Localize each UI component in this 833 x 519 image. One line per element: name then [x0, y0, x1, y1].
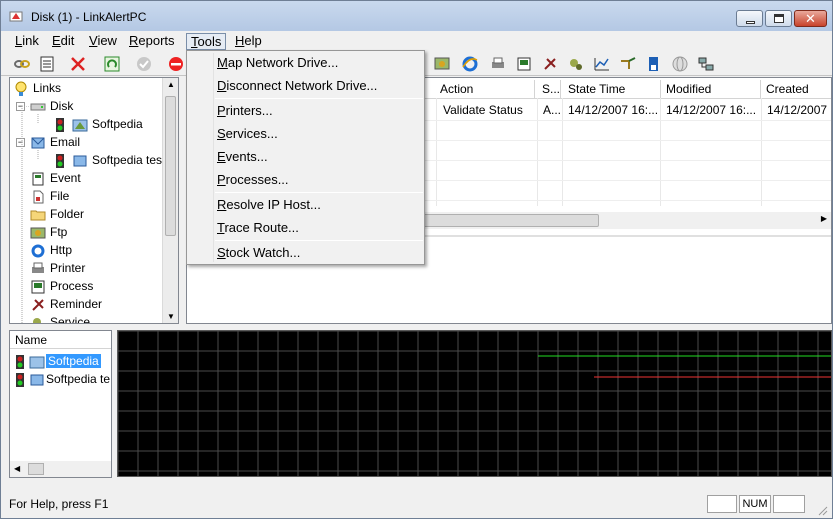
menu-trace-route[interactable]: Trace Route...	[217, 218, 299, 238]
app-window: Disk (1) - LinkAlertPC ✕ Link Edit View …	[0, 0, 833, 519]
column-status[interactable]: S...	[537, 80, 561, 98]
process-icon[interactable]	[515, 55, 533, 73]
traffic-light-icon	[16, 372, 24, 387]
email-icon	[73, 155, 87, 167]
menu-bar: Link Edit View Reports Tools Help	[1, 31, 832, 51]
globe-icon[interactable]	[671, 55, 689, 73]
reminder-icon[interactable]	[541, 55, 559, 73]
trace-icon[interactable]	[619, 55, 637, 73]
app-icon	[9, 11, 23, 22]
column-name[interactable]: Name	[10, 331, 111, 349]
menu-printers[interactable]: Printers...	[217, 101, 273, 121]
name-scroll-thumb[interactable]	[28, 463, 44, 475]
menu-separator	[215, 192, 423, 193]
table-cell-status[interactable]: A...	[538, 100, 561, 120]
bulb-icon	[15, 81, 27, 96]
status-num-indicator: NUM	[739, 495, 771, 513]
table-cell-modified[interactable]: 14/12/2007 16:...	[661, 100, 756, 120]
menu-view[interactable]: View	[85, 33, 121, 50]
status-scroll-indicator	[773, 495, 805, 513]
ftp-icon[interactable]	[433, 55, 451, 73]
menu-events[interactable]: Events...	[217, 147, 268, 167]
menu-processes[interactable]: Processes...	[217, 170, 289, 190]
tree-root[interactable]: Links	[13, 79, 61, 97]
monitor-name-list: Name Softpedia Softpedia te ◀	[9, 330, 112, 478]
network-icon[interactable]	[697, 55, 715, 73]
status-bar: For Help, press F1 NUM	[1, 491, 832, 518]
menu-separator	[215, 240, 423, 241]
printer-icon[interactable]	[489, 55, 507, 73]
table-cell-state-time[interactable]: 14/12/2007 16:...	[563, 100, 658, 120]
name-list-scrollbar[interactable]: ◀	[10, 461, 111, 477]
column-created[interactable]: Created	[761, 80, 831, 98]
refresh-icon[interactable]	[103, 55, 121, 73]
column-action[interactable]: Action	[435, 80, 535, 98]
tree-lines	[21, 106, 39, 323]
softpedia-logo-icon	[72, 119, 88, 132]
list-scroll-thumb[interactable]	[423, 214, 599, 227]
ie-icon[interactable]	[461, 55, 479, 73]
scroll-down-icon[interactable]: ▼	[167, 312, 175, 321]
scroll-up-icon[interactable]: ▲	[167, 80, 175, 89]
list-item-softpedia-test[interactable]: Softpedia te	[12, 370, 111, 388]
status-caps-indicator	[707, 495, 737, 513]
list-item-softpedia[interactable]: Softpedia	[12, 352, 111, 370]
menu-disconnect-network-drive[interactable]: Disconnect Network Drive...	[217, 76, 377, 96]
tree-scrollbar[interactable]: ▲ ▼	[162, 78, 178, 323]
disk-icon[interactable]	[645, 55, 663, 73]
softpedia-logo-icon	[29, 356, 45, 369]
resize-grip-icon[interactable]	[816, 504, 828, 516]
graph-canvas	[117, 330, 831, 476]
menu-gutter	[213, 53, 214, 262]
tree-item-softpedia[interactable]: Softpedia	[52, 115, 143, 133]
links-tree: Links − Disk Softpedia − Email Softpedia…	[9, 77, 179, 324]
email-icon	[30, 374, 44, 386]
close-button[interactable]: ✕	[794, 10, 827, 27]
menu-link[interactable]: Link	[11, 33, 43, 50]
service-icon[interactable]	[567, 55, 585, 73]
check-icon[interactable]	[135, 55, 153, 73]
chart-icon[interactable]	[593, 55, 611, 73]
table-cell-action[interactable]: Validate Status	[438, 100, 523, 120]
menu-tools[interactable]: Tools	[186, 33, 227, 50]
window-title: Disk (1) - LinkAlertPC	[31, 10, 147, 24]
minimize-button[interactable]	[736, 10, 763, 27]
menu-map-network-drive[interactable]: Map Network Drive...	[217, 53, 338, 73]
title-bar[interactable]: Disk (1) - LinkAlertPC ✕	[1, 1, 832, 31]
menu-stock-watch[interactable]: Stock Watch...	[217, 243, 300, 263]
properties-icon[interactable]	[38, 55, 56, 73]
menu-reports[interactable]: Reports	[125, 33, 179, 50]
tree-item-softpedia-test[interactable]: Softpedia test	[52, 151, 165, 169]
menu-separator	[215, 98, 423, 99]
maximize-button[interactable]	[765, 10, 792, 27]
menu-help[interactable]: Help	[231, 33, 266, 50]
link-icon[interactable]	[13, 55, 31, 73]
grid-line	[436, 98, 437, 206]
table-cell-created[interactable]: 14/12/2007	[762, 100, 827, 120]
column-state-time[interactable]: State Time	[563, 80, 661, 98]
menu-edit[interactable]: Edit	[48, 33, 78, 50]
tree-scroll-thumb[interactable]	[165, 96, 176, 236]
stop-icon[interactable]	[167, 55, 185, 73]
status-help-text: For Help, press F1	[9, 497, 109, 511]
close-icon: ✕	[805, 11, 816, 26]
scroll-left-icon[interactable]: ◀	[14, 464, 20, 473]
delete-icon[interactable]	[69, 55, 87, 73]
column-modified[interactable]: Modified	[661, 80, 761, 98]
status-graph	[117, 330, 832, 477]
menu-resolve-ip-host[interactable]: Resolve IP Host...	[217, 195, 321, 215]
tools-menu-dropdown: Map Network Drive... Disconnect Network …	[186, 50, 425, 265]
menu-services[interactable]: Services...	[217, 124, 278, 144]
scroll-right-icon[interactable]: ▶	[821, 214, 827, 223]
traffic-light-icon	[16, 354, 24, 369]
